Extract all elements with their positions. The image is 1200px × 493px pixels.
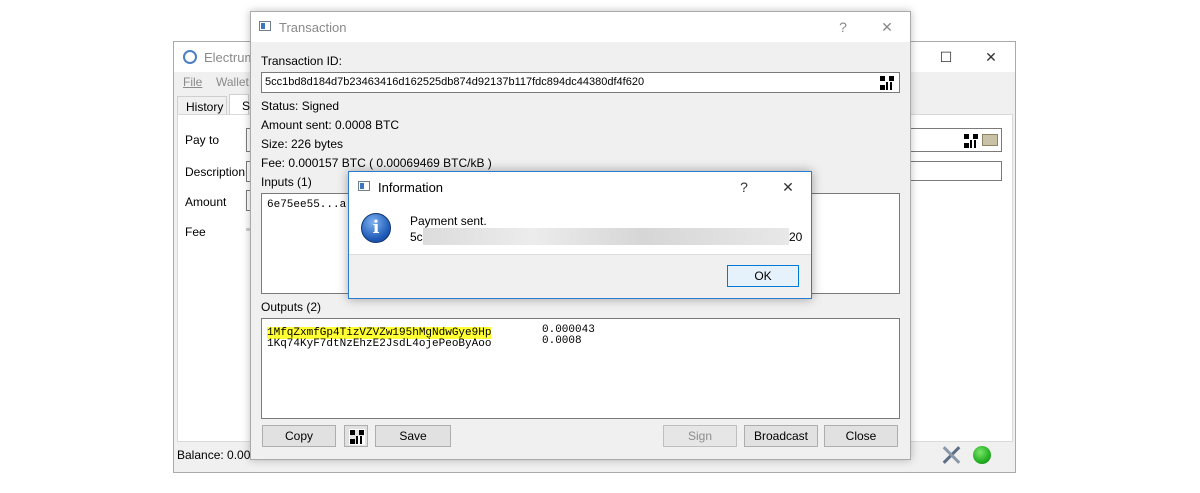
information-help-button[interactable]: ? (729, 176, 759, 198)
txid-value: 5cc1bd8d184d7b23463416d162525db874d92137… (265, 76, 645, 88)
pay-to-label: Pay to (185, 133, 220, 147)
txid-qr-icon[interactable] (879, 75, 895, 91)
menu-file[interactable]: File (183, 75, 202, 89)
tab-send[interactable]: S (229, 94, 251, 115)
transaction-window-icon (259, 21, 271, 31)
outputs-box[interactable]: 1MfqZxmfGp4TizVZVZw195hMgNdwGye9Hp 0.000… (261, 318, 900, 419)
transaction-help-button[interactable]: ? (828, 16, 858, 38)
description-field[interactable] (910, 161, 1002, 181)
electrum-logo-icon (183, 50, 197, 64)
network-status-icon[interactable] (973, 446, 991, 464)
tab-send-label: S (242, 99, 251, 113)
electrum-title: Electrum (204, 50, 256, 65)
message-text: Payment sent. (410, 214, 487, 228)
information-close-button[interactable]: ✕ (773, 176, 803, 198)
pay-to-qr-icon[interactable] (963, 133, 979, 149)
redacted-txid (423, 228, 789, 245)
copy-button[interactable]: Copy (262, 425, 336, 447)
transaction-titlebar (251, 12, 910, 42)
fee-label: Fee (185, 225, 206, 239)
menu-wallet[interactable]: Wallet (216, 75, 249, 89)
amount-label: Amount (185, 195, 227, 209)
inputs-label: Inputs (1) (261, 175, 312, 189)
balance-text: Balance: 0.001 (177, 448, 258, 462)
preferences-tools-icon[interactable] (940, 444, 962, 466)
qr-code-icon (349, 429, 365, 445)
close-button[interactable]: Close (824, 425, 898, 447)
transaction-title: Transaction (279, 20, 347, 35)
output-row: 1Kq74KyF7dtNzEhzE2JsdL4ojePeoByAoo 0.000… (267, 335, 582, 350)
information-title: Information (378, 180, 444, 195)
sign-button[interactable]: Sign (663, 425, 737, 447)
broadcast-button[interactable]: Broadcast (744, 425, 818, 447)
show-qr-button[interactable] (344, 425, 368, 447)
txid-field[interactable]: 5cc1bd8d184d7b23463416d162525db874d92137… (261, 72, 900, 93)
txid-label: Transaction ID: (261, 54, 342, 68)
txid-start: 5c (410, 230, 423, 244)
open-file-icon[interactable] (982, 134, 998, 146)
tab-history[interactable]: History (177, 96, 227, 115)
description-label: Description (185, 165, 246, 179)
save-button[interactable]: Save (375, 425, 451, 447)
outputs-label: Outputs (2) (261, 300, 322, 314)
input-row: 6e75ee55...a (267, 199, 347, 211)
transaction-close-button[interactable]: ✕ (872, 16, 902, 38)
fee-text: Fee: 0.000157 BTC ( 0.00069469 BTC/kB ) (261, 156, 492, 170)
ok-button[interactable]: OK (727, 265, 799, 287)
information-window-icon (358, 181, 370, 191)
information-dialog: Information ? ✕ i Payment sent. 5c 20 OK (348, 171, 812, 299)
electrum-close-button[interactable]: ✕ (976, 46, 1006, 68)
status-text: Status: Signed (261, 99, 340, 113)
output-amount: 0.0008 (542, 335, 582, 347)
button-separator (349, 254, 811, 255)
info-icon: i (361, 213, 391, 243)
size-text: Size: 226 bytes (261, 137, 344, 151)
output-address: 1Kq74KyF7dtNzEhzE2JsdL4ojePeoByAoo (267, 338, 492, 350)
maximize-button[interactable]: ☐ (931, 46, 961, 68)
amount-sent-text: Amount sent: 0.0008 BTC (261, 118, 400, 132)
txid-end: 20 (789, 230, 803, 244)
tab-history-label: History (186, 100, 224, 114)
